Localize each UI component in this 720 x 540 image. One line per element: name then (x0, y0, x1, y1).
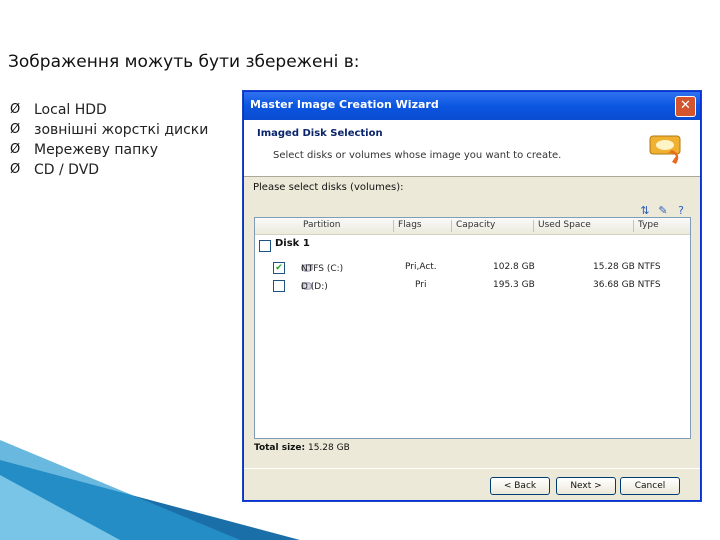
row-capacity: 102.8 GB (493, 262, 535, 272)
row-partition: NTFS (C:) (301, 264, 344, 274)
list-header: Partition Flags Capacity Used Space Type (255, 218, 690, 235)
bullet-arrow-icon: Ø (10, 162, 21, 177)
back-button[interactable]: < Back (490, 477, 550, 495)
disk-label: Disk 1 (275, 238, 310, 249)
col-type[interactable]: Type (638, 220, 659, 230)
col-capacity[interactable]: Capacity (456, 220, 495, 230)
bullet-arrow-icon: Ø (10, 102, 21, 117)
window-titlebar[interactable]: Master Image Creation Wizard ✕ (244, 92, 700, 120)
bullet-item: Ø Local HDD (10, 100, 208, 120)
bullet-text: Мережеву папку (34, 142, 159, 158)
total-size: Total size: 15.28 GB (254, 443, 350, 453)
step-title: Imaged Disk Selection (257, 128, 383, 139)
bullet-list: Ø Local HDD Øзовнішні жорсткі диски Ø Мере… (10, 100, 208, 180)
col-flags[interactable]: Flags (398, 220, 422, 230)
disk-list[interactable]: Partition Flags Capacity Used Space Type… (254, 217, 691, 439)
disk-checkbox[interactable] (259, 240, 271, 252)
bullet-text: Local HDD (34, 102, 107, 118)
row-partition: D (D:) (301, 282, 328, 292)
row-used: 15.28 GB NTFS (593, 262, 661, 272)
col-partition[interactable]: Partition (303, 220, 341, 230)
properties-icon[interactable]: ✎ (656, 204, 670, 218)
row-flags: Pri,Act. (405, 262, 437, 272)
slide-title: Зображення можуть бути збережені в: (8, 52, 360, 72)
row-used: 36.68 GB NTFS (593, 280, 661, 290)
bullet-item: Ø Мережеву папку (10, 140, 208, 160)
help-icon[interactable]: ? (674, 204, 688, 218)
select-prompt: Please select disks (volumes): (253, 182, 404, 193)
col-used-space[interactable]: Used Space (538, 220, 591, 230)
bullet-item: Ø CD / DVD (10, 160, 208, 180)
list-toolbar: ⇅ ✎? (634, 199, 688, 218)
wizard-body: Please select disks (volumes): ⇅ ✎? Parti… (244, 177, 700, 467)
disk-image-icon (649, 135, 681, 164)
bullet-arrow-icon: Ø (10, 122, 21, 137)
button-bar: < Back Next > Cancel (244, 468, 700, 501)
sort-icon[interactable]: ⇅ (638, 204, 652, 218)
row-flags: Pri (415, 280, 427, 290)
bullet-arrow-icon: Ø (10, 142, 21, 157)
wizard-window: Master Image Creation Wizard ✕ Imaged Di… (243, 91, 701, 501)
wizard-header: Imaged Disk Selection Select disks or vo… (244, 120, 700, 177)
window-title: Master Image Creation Wizard (250, 98, 439, 111)
bullet-text: зовнішні жорсткі диски (34, 122, 209, 138)
total-value: 15.28 GB (307, 443, 350, 453)
total-label: Total size: (254, 443, 306, 453)
table-row[interactable]: ✔ NTFS (C:) Pri,Act. 102.8 GB 15.28 GB N… (255, 260, 690, 276)
close-button[interactable]: ✕ (675, 96, 696, 117)
bullet-text: CD / DVD (34, 162, 100, 178)
table-row[interactable]: D (D:) Pri 195.3 GB 36.68 GB NTFS (255, 278, 690, 294)
next-button[interactable]: Next > (556, 477, 616, 495)
row-checkbox[interactable]: ✔ (273, 262, 285, 274)
step-subtitle: Select disks or volumes whose image you … (273, 150, 562, 161)
cancel-button[interactable]: Cancel (620, 477, 680, 495)
bullet-item: Øзовнішні жорсткі диски (10, 120, 208, 140)
row-checkbox[interactable] (273, 280, 285, 292)
row-capacity: 195.3 GB (493, 280, 535, 290)
